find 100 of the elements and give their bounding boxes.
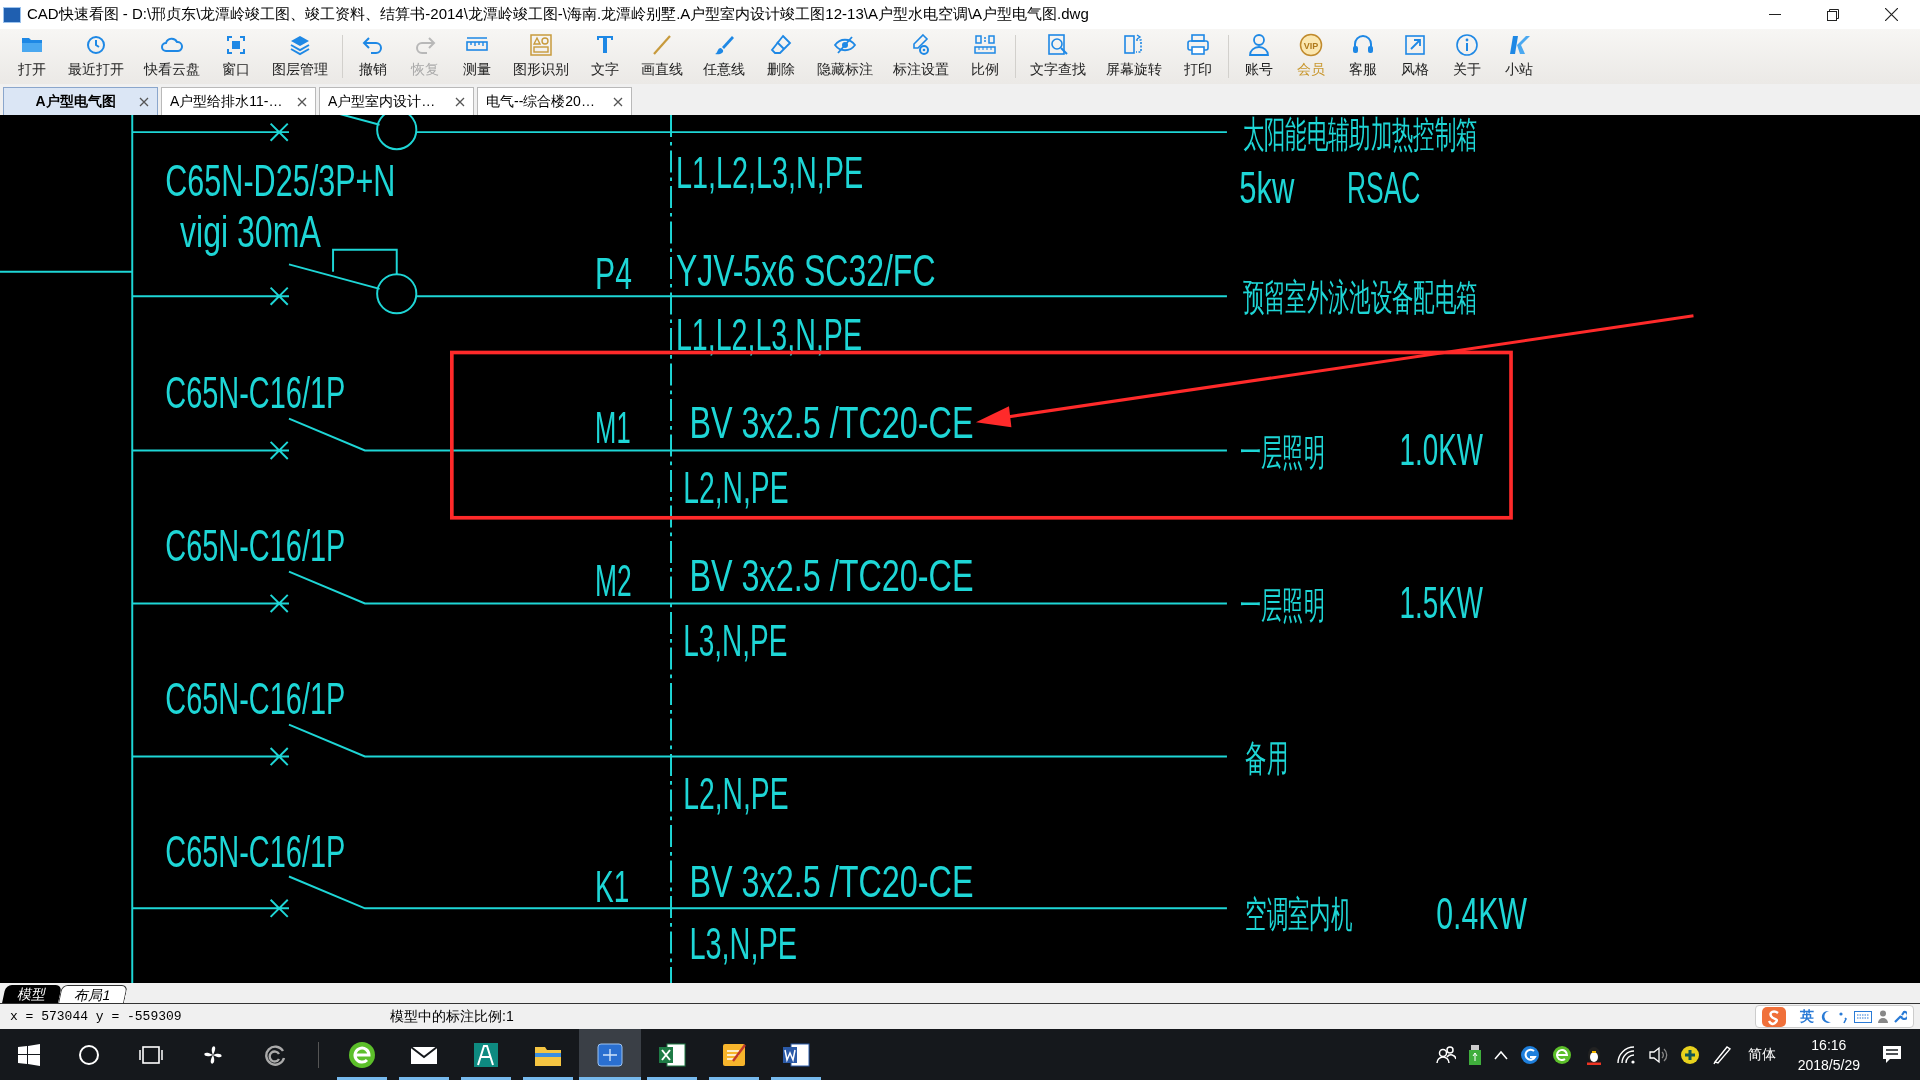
document-tab[interactable]: A户型电气图: [3, 87, 158, 115]
toolbar-button[interactable]: 图形识别: [503, 29, 579, 84]
close-icon: [1884, 8, 1898, 21]
input-language-toggle[interactable]: 英: [1800, 1006, 1814, 1027]
task-view-icon: [139, 1044, 163, 1065]
drawing-label: 1.5KW: [1399, 578, 1483, 628]
drawing-label: BV 3x2.5 /TC20-CE: [689, 398, 974, 448]
toolbar-button[interactable]: 图层管理: [262, 29, 338, 84]
toolbar-button[interactable]: 关于: [1441, 29, 1493, 84]
toolbar-button[interactable]: 比例: [959, 29, 1011, 84]
document-tab[interactable]: A户型室内设计…: [319, 87, 474, 115]
app-logo-icon: [3, 6, 21, 23]
keyboard-icon[interactable]: [1854, 1010, 1872, 1023]
toolbar-button[interactable]: 账号: [1233, 29, 1285, 84]
close-tab-icon[interactable]: [139, 96, 149, 107]
ratio-ruler-icon: [973, 33, 997, 57]
circle-icon: [78, 1043, 100, 1066]
input-language-indicator[interactable]: 简体: [1747, 1044, 1776, 1065]
layers-icon: [288, 33, 312, 57]
close-tab-icon[interactable]: [455, 96, 465, 107]
toolbar-button[interactable]: 风格: [1389, 29, 1441, 84]
input-method-logo-icon[interactable]: [1762, 1006, 1786, 1027]
drawing-label: L3,N,PE: [683, 616, 788, 666]
drawing-label: L2,N,PE: [683, 768, 789, 819]
toolbar-button[interactable]: 打开: [6, 29, 58, 84]
toolbar-button[interactable]: 小站: [1493, 29, 1545, 84]
drawing-label: C65N-C16/1P: [165, 826, 346, 877]
clock-icon: [84, 33, 108, 57]
close-tab-icon[interactable]: [297, 96, 307, 107]
drawing-label: 1.0KW: [1399, 425, 1483, 475]
close-tab-icon[interactable]: [613, 96, 623, 107]
toolbar-button[interactable]: 标注设置: [883, 29, 959, 84]
window-icon: [224, 33, 248, 57]
swirl-icon: [263, 1042, 287, 1067]
speaker-icon[interactable]: [1647, 1044, 1668, 1065]
drawing-label: C65N-D25/3P+N: [165, 156, 396, 206]
drawing-label: L1,L2,L3,N,PE: [675, 309, 862, 360]
drawing-label: 备用: [1245, 738, 1288, 779]
toolbar-button[interactable]: 快看云盘: [134, 29, 210, 84]
wrench-icon[interactable]: [1894, 1010, 1907, 1023]
document-tab[interactable]: A户型给排水11-…: [161, 87, 316, 115]
eraser-icon: [769, 33, 793, 57]
wifi-icon[interactable]: [1615, 1044, 1636, 1065]
clock[interactable]: 16:16 2018/5/29: [1797, 1034, 1860, 1075]
drawing-label: BV 3x2.5 /TC20-CE: [689, 857, 974, 907]
cad-viewer-app-button[interactable]: [579, 1029, 641, 1080]
windows-logo-icon: [18, 1043, 40, 1066]
window-title: CAD快速看图 - D:\邢贞东\龙潭岭竣工图、竣工资料、结算书-2014\龙潭岭竣工图-\海南.龙潭岭别墅.A户型室内设计竣工图12-13\A户型水电空调\A户型电气图.dwg: [27, 4, 1089, 25]
drawing-label: vigi 30mA: [180, 207, 321, 257]
drawing-label: M2: [595, 556, 632, 606]
drawing-label: P4: [595, 249, 632, 299]
drawing-label: C65N-C16/1P: [165, 673, 346, 724]
browser-icon[interactable]: [1551, 1044, 1572, 1065]
drawing-label: L3,N,PE: [689, 918, 798, 968]
toolbar-button[interactable]: 窗口: [210, 29, 262, 84]
chevron-up-icon[interactable]: [1493, 1048, 1508, 1061]
shapes-icon: [529, 33, 553, 57]
toolbar-button[interactable]: 画直线: [631, 29, 693, 84]
toolbar-button[interactable]: 隐藏标注: [807, 29, 883, 84]
plus-badge-icon[interactable]: [1679, 1044, 1700, 1065]
toolbar-button[interactable]: 撤销: [347, 29, 399, 84]
drawing-label: BV 3x2.5 /TC20-CE: [689, 551, 974, 601]
notification-icon[interactable]: [1882, 1045, 1902, 1064]
coordinate-readout: x = 573044 y = -559309: [10, 1007, 182, 1026]
drawing-label: C65N-C16/1P: [165, 367, 346, 418]
document-search-icon: [1046, 33, 1070, 57]
toolbar-button[interactable]: 最近打开: [58, 29, 134, 84]
document-tab[interactable]: 电气--综合楼20…: [477, 87, 632, 115]
drawing-label: 太阳能电辅助加热控制箱: [1242, 115, 1478, 155]
drawing-label: C65N-C16/1P: [165, 520, 346, 571]
toolbar-button[interactable]: 客服: [1337, 29, 1389, 84]
vip-badge-icon: VIP: [1299, 33, 1323, 57]
toolbar-button[interactable]: 打印: [1172, 29, 1224, 84]
drawing-label: 一层照明: [1240, 432, 1325, 473]
drawing-label: YJV-5x6 SC32/FC: [675, 246, 936, 296]
drawing-label: K1: [595, 862, 630, 912]
toolbar-button[interactable]: 文字: [579, 29, 631, 84]
people-icon[interactable]: [1435, 1045, 1456, 1064]
toolbar-button[interactable]: 任意线: [693, 29, 755, 84]
moon-icon[interactable]: [1820, 1009, 1832, 1024]
user-icon: [1247, 33, 1271, 57]
drawing-label: 一层照明: [1240, 585, 1325, 626]
user-icon[interactable]: [1878, 1010, 1888, 1023]
toolbar-button[interactable]: 文字查找: [1020, 29, 1096, 84]
drawing-label: 0.4KW: [1436, 889, 1527, 939]
toolbar-button[interactable]: 测量: [451, 29, 503, 84]
app-icon: [347, 1039, 377, 1070]
toolbar-button[interactable]: 删除: [755, 29, 807, 84]
drawing-label: L2,N,PE: [683, 462, 789, 513]
swirl-icon[interactable]: [1519, 1044, 1540, 1065]
restore-icon: [1827, 8, 1839, 21]
diagonal-line-icon: [650, 33, 674, 57]
layout-tab[interactable]: 模型: [2, 985, 62, 1003]
minimize-icon: [1769, 13, 1781, 16]
drawing-label: 预留室外泳池设备配电箱: [1242, 276, 1478, 317]
pen-icon[interactable]: [1711, 1044, 1732, 1065]
toolbar-button[interactable]: 屏幕旋转: [1096, 29, 1172, 84]
usb-drive-icon[interactable]: [1467, 1044, 1482, 1065]
layout-tab[interactable]: 布局1: [58, 985, 128, 1003]
drawing-label: RSAC: [1346, 163, 1421, 213]
